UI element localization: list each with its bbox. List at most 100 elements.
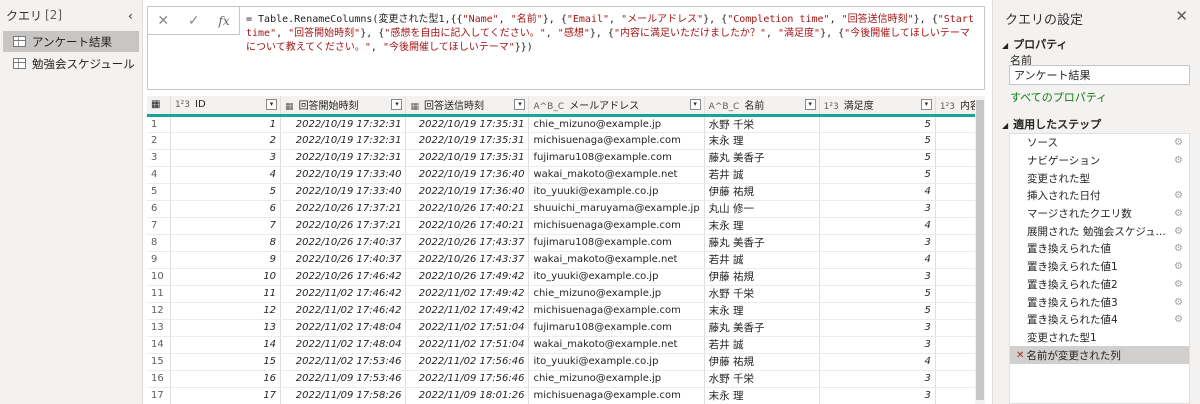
row-number[interactable]: 15 <box>147 353 171 371</box>
table-cell[interactable]: 8 <box>170 234 282 252</box>
column-header[interactable]: 1²3 満足度 ▾ <box>819 96 936 117</box>
applied-step[interactable]: 変更された型 <box>1010 169 1189 187</box>
column-type-icon[interactable]: 1²3 <box>940 102 955 112</box>
applied-step[interactable]: 置き換えられた値 ⚙ <box>1010 240 1189 258</box>
applied-step[interactable]: ナビゲーション ⚙ <box>1010 152 1189 170</box>
row-number[interactable]: 16 <box>147 370 171 388</box>
table-cell[interactable]: 2022/10/19 17:35:31 <box>405 149 530 167</box>
table-row[interactable]: 12 12 2022/11/02 17:46:42 2022/11/02 17:49:… <box>147 302 985 320</box>
table-row[interactable]: 17 17 2022/11/09 17:58:26 2022/11/09 18:01:… <box>147 387 985 404</box>
table-row[interactable]: 14 14 2022/11/02 17:48:04 2022/11/02 17:51:… <box>147 336 985 354</box>
all-properties-link[interactable]: すべてのプロパティ <box>1010 89 1107 105</box>
table-row[interactable]: 10 10 2022/10/26 17:46:42 2022/10/26 17:49:… <box>147 268 985 286</box>
applied-step[interactable]: ソース ⚙ <box>1010 134 1189 152</box>
table-cell[interactable]: 2022/10/26 17:43:37 <box>405 234 530 252</box>
table-cell[interactable]: 1 <box>170 115 282 133</box>
table-cell[interactable]: 2022/10/19 17:36:40 <box>405 183 530 201</box>
applied-step[interactable]: 展開された 勉強会スケジュ... ⚙ <box>1010 222 1189 240</box>
table-cell[interactable]: 伊藤 祐規 <box>704 183 820 201</box>
table-row[interactable]: 5 5 2022/10/19 17:33:40 2022/10/19 17:36:40… <box>147 183 985 201</box>
table-cell[interactable]: 4 <box>819 217 936 235</box>
applied-step[interactable]: 置き換えられた値4 ⚙ <box>1010 311 1189 329</box>
table-cell[interactable]: 若井 誠 <box>704 251 820 269</box>
table-cell[interactable]: 17 <box>170 387 282 404</box>
column-filter-icon[interactable]: ▾ <box>391 99 403 110</box>
table-cell[interactable]: 2022/11/02 17:51:04 <box>405 319 530 337</box>
table-cell[interactable]: 11 <box>170 285 282 303</box>
table-cell[interactable]: 5 <box>819 132 936 150</box>
gear-icon[interactable]: ⚙ <box>1174 208 1183 219</box>
delete-step-icon[interactable]: ✕ <box>1016 350 1024 361</box>
table-cell[interactable]: michisuenaga@example.com <box>528 132 705 150</box>
applied-step[interactable]: 挿入された日付 ⚙ <box>1010 187 1189 205</box>
table-cell[interactable]: 2022/11/02 17:46:42 <box>280 285 407 303</box>
table-cell[interactable]: chie_mizuno@example.jp <box>528 285 705 303</box>
applied-step[interactable]: 置き換えられた値3 ⚙ <box>1010 293 1189 311</box>
table-cell[interactable]: 7 <box>170 217 282 235</box>
table-cell[interactable]: 末永 理 <box>704 132 820 150</box>
table-cell[interactable]: 水野 千栄 <box>704 285 820 303</box>
table-cell[interactable]: 2022/10/26 17:37:21 <box>280 200 407 218</box>
table-cell[interactable]: 2022/11/02 17:49:42 <box>405 285 530 303</box>
row-number[interactable]: 8 <box>147 234 171 252</box>
cancel-formula-icon[interactable]: ✕ <box>157 13 169 29</box>
commit-formula-icon[interactable]: ✓ <box>188 13 200 29</box>
table-cell[interactable]: 伊藤 祐規 <box>704 353 820 371</box>
table-cell[interactable]: 2022/11/02 17:48:04 <box>280 319 407 337</box>
table-cell[interactable]: 3 <box>819 370 936 388</box>
row-number[interactable]: 7 <box>147 217 171 235</box>
row-number[interactable]: 6 <box>147 200 171 218</box>
table-cell[interactable]: 2022/10/26 17:37:21 <box>280 217 407 235</box>
table-cell[interactable]: 2022/11/02 17:56:46 <box>405 353 530 371</box>
table-row[interactable]: 15 15 2022/11/02 17:53:46 2022/11/02 17:56:… <box>147 353 985 371</box>
table-row[interactable]: 2 2 2022/10/19 17:32:31 2022/10/19 17:35:31… <box>147 132 985 150</box>
collapse-queries-icon[interactable]: ‹ <box>128 9 133 23</box>
gear-icon[interactable]: ⚙ <box>1174 314 1183 325</box>
scrollbar-thumb[interactable] <box>976 100 984 400</box>
gear-icon[interactable]: ⚙ <box>1174 155 1183 166</box>
applied-step[interactable]: 変更された型1 <box>1010 329 1189 347</box>
table-cell[interactable]: 伊藤 祐規 <box>704 268 820 286</box>
table-cell[interactable]: 3 <box>819 387 936 404</box>
table-cell[interactable]: 14 <box>170 336 282 354</box>
column-type-icon[interactable]: ▦ <box>410 102 419 112</box>
gear-icon[interactable]: ⚙ <box>1174 279 1183 290</box>
table-menu-icon[interactable]: ▦ <box>147 96 171 117</box>
table-cell[interactable]: 4 <box>819 183 936 201</box>
gear-icon[interactable]: ⚙ <box>1174 137 1183 148</box>
row-number[interactable]: 10 <box>147 268 171 286</box>
table-row[interactable]: 9 9 2022/10/26 17:40:37 2022/10/26 17:43:37… <box>147 251 985 269</box>
table-cell[interactable]: 5 <box>819 166 936 184</box>
applied-steps-header[interactable]: ◢ 適用したステップ <box>1002 116 1101 132</box>
column-type-icon[interactable]: A^B_C <box>709 102 740 112</box>
column-header[interactable]: ▦ 回答開始時刻 ▾ <box>280 96 407 117</box>
table-cell[interactable]: 15 <box>170 353 282 371</box>
row-number[interactable]: 11 <box>147 285 171 303</box>
table-cell[interactable]: 藤丸 美香子 <box>704 234 820 252</box>
row-number[interactable]: 13 <box>147 319 171 337</box>
table-cell[interactable]: 2022/10/26 17:49:42 <box>405 268 530 286</box>
gear-icon[interactable]: ⚙ <box>1174 261 1183 272</box>
column-filter-icon[interactable]: ▾ <box>266 99 278 110</box>
row-number[interactable]: 17 <box>147 387 171 404</box>
table-cell[interactable]: 3 <box>819 200 936 218</box>
table-cell[interactable]: chie_mizuno@example.jp <box>528 115 705 133</box>
table-cell[interactable]: 末永 理 <box>704 387 820 404</box>
applied-step[interactable]: ✕ 名前が変更された列 <box>1010 346 1189 364</box>
table-cell[interactable]: 2022/10/19 17:32:31 <box>280 132 407 150</box>
table-row[interactable]: 3 3 2022/10/19 17:32:31 2022/10/19 17:35:31… <box>147 149 985 167</box>
table-cell[interactable]: 3 <box>819 234 936 252</box>
column-header[interactable]: A^B_C メールアドレス ▾ <box>528 96 705 117</box>
row-number[interactable]: 5 <box>147 183 171 201</box>
row-number[interactable]: 14 <box>147 336 171 354</box>
table-cell[interactable]: 5 <box>819 149 936 167</box>
table-row[interactable]: 7 7 2022/10/26 17:37:21 2022/10/26 17:40:21… <box>147 217 985 235</box>
column-header[interactable]: ▦ 回答送信時刻 ▾ <box>405 96 530 117</box>
gear-icon[interactable]: ⚙ <box>1174 226 1183 237</box>
table-cell[interactable]: 2022/11/02 17:46:42 <box>280 302 407 320</box>
table-cell[interactable]: 4 <box>819 353 936 371</box>
table-cell[interactable]: 若井 誠 <box>704 166 820 184</box>
table-cell[interactable]: 12 <box>170 302 282 320</box>
table-cell[interactable]: 2022/10/26 17:40:37 <box>280 251 407 269</box>
table-cell[interactable]: michisuenaga@example.com <box>528 387 705 404</box>
